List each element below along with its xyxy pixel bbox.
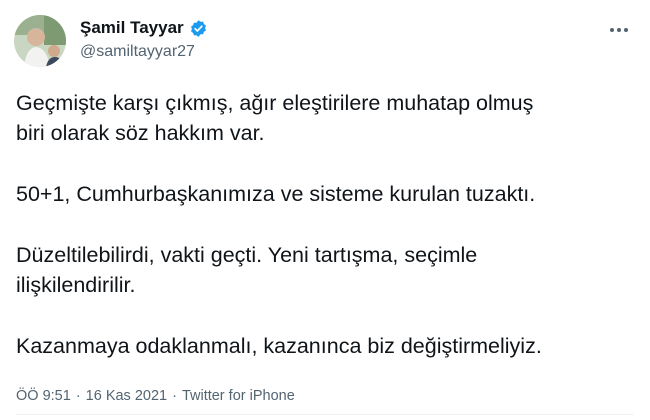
tweet-meta: ÖÖ 9:51 · 16 Kas 2021 · Twitter for iPho…	[16, 388, 295, 404]
more-dot	[610, 28, 614, 32]
more-dot	[617, 28, 621, 32]
verified-badge-icon	[189, 19, 208, 38]
tweet-time[interactable]: ÖÖ 9:51	[16, 388, 71, 404]
more-dot	[624, 28, 628, 32]
avatar[interactable]	[14, 15, 66, 67]
meta-separator: ·	[172, 388, 177, 404]
author-handle[interactable]: @samiltayyar27	[80, 43, 195, 61]
tweet-text: Geçmişte karşı çıkmış, ağır eleştirilere…	[16, 88, 636, 392]
tweet-paragraph: 50+1, Cumhurbaşkanımıza ve sisteme kurul…	[16, 182, 536, 206]
tweet-paragraph: Düzeltilebilirdi, vakti geçti. Yeni tart…	[16, 243, 478, 297]
more-horizontal-icon[interactable]	[610, 22, 634, 38]
author-display-name[interactable]: Şamil Tayyar	[80, 18, 184, 38]
meta-separator: ·	[75, 388, 81, 404]
tweet-paragraph: Kazanmaya odaklanmalı, kazanınca biz değ…	[16, 334, 542, 358]
tweet-date[interactable]: 16 Kas 2021	[86, 388, 167, 404]
divider	[16, 414, 634, 415]
tweet-source[interactable]: Twitter for iPhone	[182, 388, 295, 404]
tweet-card: Şamil Tayyar @samiltayyar27 Geçmişte kar…	[0, 0, 650, 420]
tweet-paragraph: Geçmişte karşı çıkmış, ağır eleştirilere…	[16, 91, 534, 145]
author-name-row[interactable]: Şamil Tayyar	[80, 18, 208, 38]
